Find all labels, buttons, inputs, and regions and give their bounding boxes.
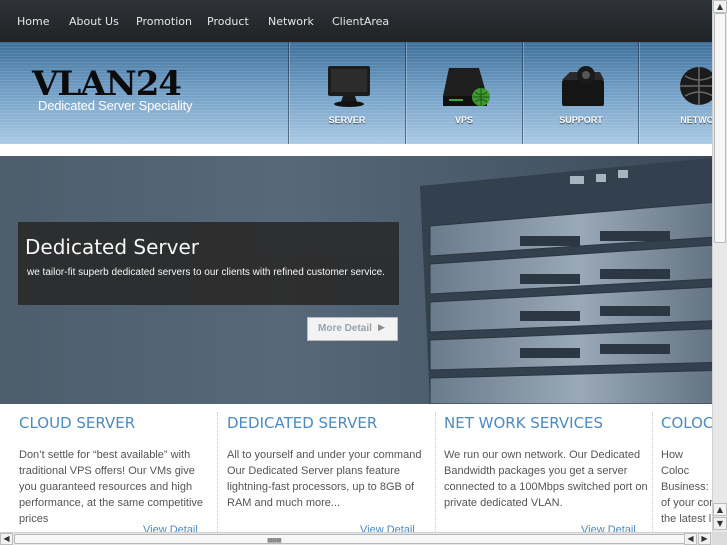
view-detail-link[interactable]: View Detail: [360, 524, 415, 532]
scrollbar-corner: [712, 532, 727, 545]
nav-clientarea[interactable]: ClientArea: [332, 0, 389, 42]
nav-about-us[interactable]: About Us: [69, 0, 119, 42]
scroll-right-button[interactable]: ▶: [698, 533, 711, 545]
nav-promotion[interactable]: Promotion: [136, 0, 192, 42]
nav-network[interactable]: Network: [268, 0, 314, 42]
server-rack-image: [420, 157, 712, 404]
service-description: Don’t settle for “best available” with t…: [19, 449, 204, 525]
service-title: DEDICATED SERVER: [227, 414, 378, 432]
column-divider: [652, 412, 653, 532]
header-tile-server[interactable]: SERVER: [288, 42, 405, 144]
more-detail-label: More Detail: [318, 323, 372, 334]
scroll-left-button-right[interactable]: ◀: [684, 533, 697, 545]
service-description: All to yourself and under your command O…: [227, 449, 422, 509]
horizontal-scroll-thumb[interactable]: ▮▮▮▮▮▮: [14, 534, 696, 544]
grip-icon: ▮▮▮▮▮▮: [267, 537, 282, 544]
nav-product[interactable]: Product: [207, 0, 249, 42]
support-box-icon: [560, 66, 608, 112]
site-header: VLAN24 Dedicated Server Speciality SERVE…: [0, 42, 712, 144]
hero-caption-box: Dedicated Server we tailor-fit superb de…: [18, 222, 399, 305]
tile-label-server: SERVER: [328, 115, 366, 125]
hero-subtitle: we tailor-fit superb dedicated servers t…: [27, 267, 385, 278]
view-detail-link[interactable]: View Detail: [581, 524, 636, 532]
scroll-left-button[interactable]: ◀: [0, 533, 13, 545]
header-tile-vps[interactable]: VPS: [405, 42, 522, 144]
vertical-scroll-thumb[interactable]: [714, 13, 726, 243]
logo[interactable]: VLAN24: [32, 66, 182, 102]
service-title: CLOUD SERVER: [19, 414, 136, 432]
horizontal-scrollbar[interactable]: ◀ ▮▮▮▮▮▮ ◀ ▶: [0, 532, 712, 545]
tile-label-support: SUPPORT: [559, 115, 603, 125]
service-description: How Coloc Business: of your cor the late…: [661, 449, 712, 525]
scroll-down-button[interactable]: ▼: [713, 517, 727, 530]
scroll-up-button[interactable]: ▲: [713, 0, 727, 13]
service-title: COLOC: [661, 414, 712, 432]
services-section: CLOUD SERVER Don’t settle for “best avai…: [0, 404, 712, 532]
top-nav: Home About Us Promotion Product Network …: [0, 0, 712, 42]
tile-label-network: NETWO: [680, 115, 712, 125]
logo-tagline: Dedicated Server Speciality: [38, 98, 193, 113]
service-column-dedicated: DEDICATED SERVER All to yourself and und…: [227, 404, 432, 532]
service-column-colocation: COLOC How Coloc Business: of your cor th…: [661, 404, 712, 532]
monitor-icon: [326, 66, 372, 112]
hero-banner: Dedicated Server we tailor-fit superb de…: [0, 156, 712, 404]
more-detail-button[interactable]: More Detail ▶: [307, 317, 398, 341]
scroll-up-button-lower[interactable]: ▲: [713, 503, 727, 516]
service-description: We run our own network. Our Dedicated Ba…: [444, 449, 648, 509]
service-column-cloud: CLOUD SERVER Don’t settle for “best avai…: [19, 404, 209, 532]
header-tile-network[interactable]: NETWO: [638, 42, 712, 144]
view-detail-link[interactable]: View Detail: [143, 524, 198, 532]
hard-drive-globe-icon: [443, 66, 491, 112]
vertical-scrollbar[interactable]: ▲ ▲ ▼: [712, 0, 727, 532]
column-divider: [435, 412, 436, 532]
nav-home[interactable]: Home: [17, 0, 49, 42]
tile-label-vps: VPS: [454, 115, 473, 125]
triangle-right-icon: ▶: [378, 323, 385, 333]
service-title: NET WORK SERVICES: [444, 414, 604, 432]
service-column-network: NET WORK SERVICES We run our own network…: [444, 404, 649, 532]
column-divider: [217, 412, 218, 532]
header-tile-support[interactable]: SUPPORT: [522, 42, 639, 144]
globe-icon: [676, 66, 712, 112]
web-page: Home About Us Promotion Product Network …: [0, 0, 712, 532]
hero-title: Dedicated Server: [25, 235, 199, 259]
